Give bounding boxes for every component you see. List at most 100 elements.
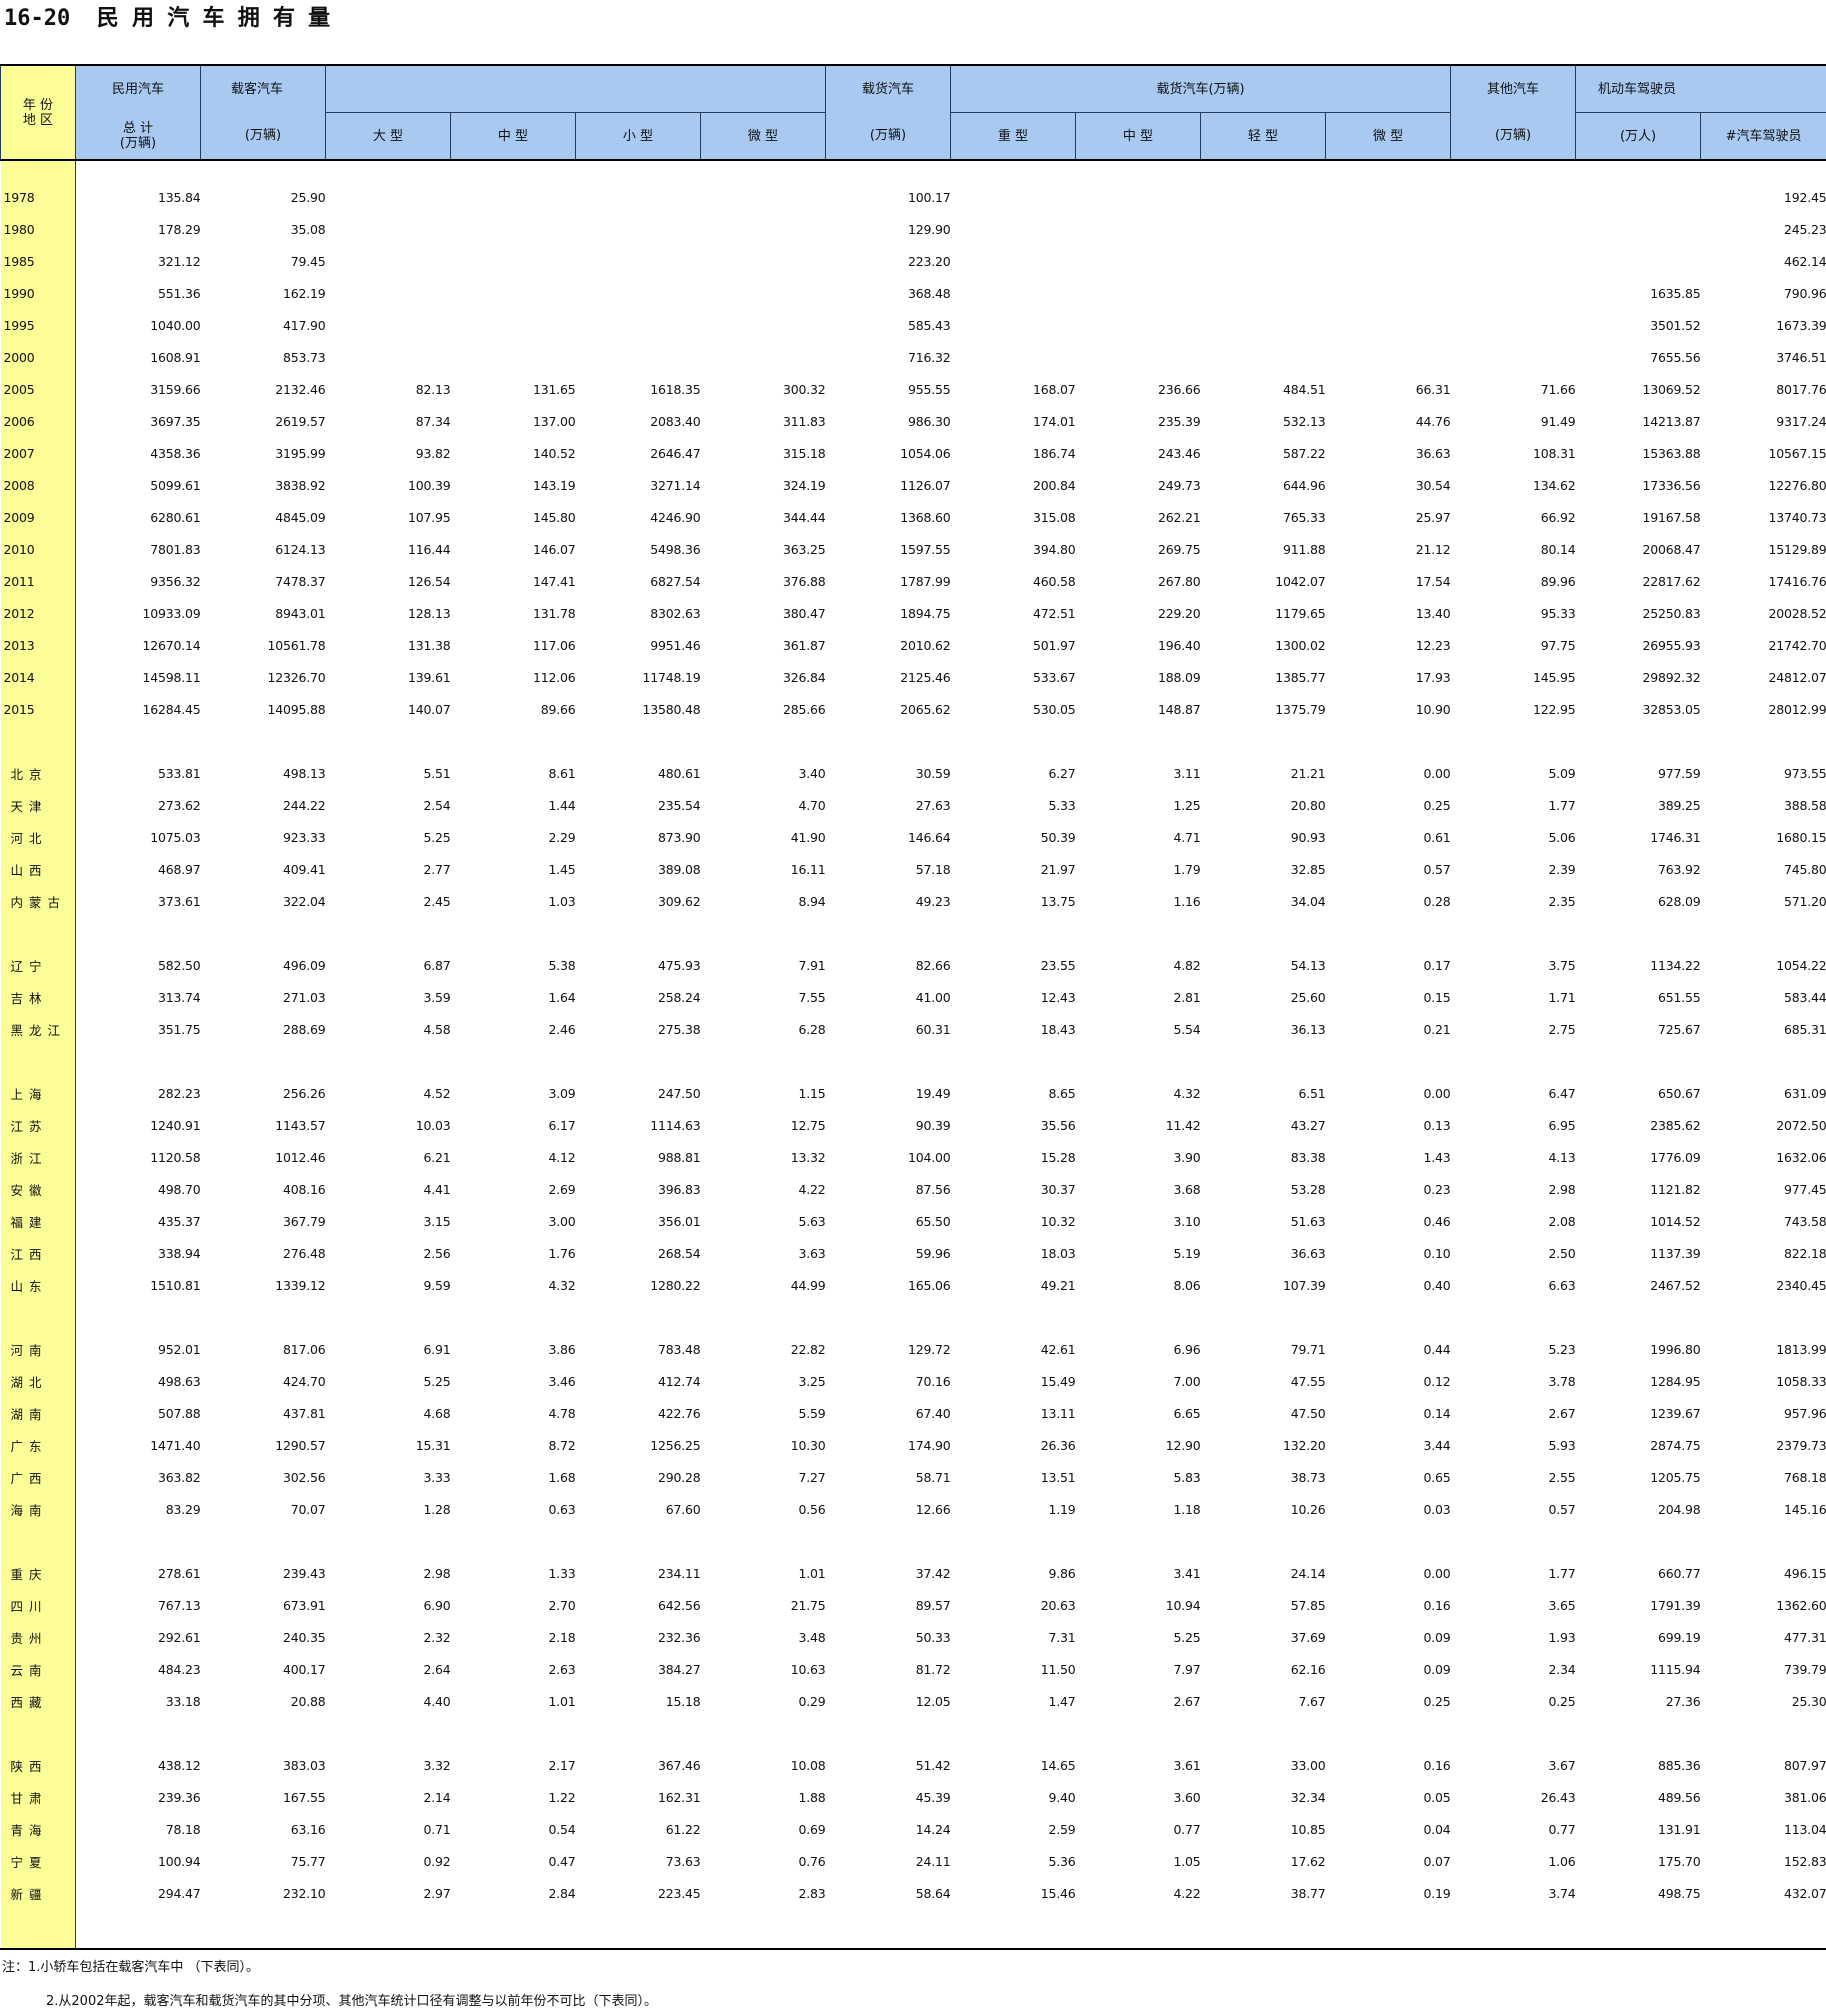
table-cell: 383.03 bbox=[282, 1757, 326, 1773]
table-cell bbox=[576, 213, 701, 245]
table-cell: 165.06 bbox=[907, 1277, 951, 1293]
table-cell: 162.31 bbox=[657, 1789, 701, 1805]
table-cell: 1.64 bbox=[548, 989, 576, 1005]
table-cell bbox=[1201, 341, 1326, 373]
table-cell: 268.54 bbox=[657, 1245, 701, 1261]
spacer-cell bbox=[576, 1045, 701, 1077]
table-row: 陕西 438.12 383.03 3.32 2.17 367.46 10.08 51.42 14… bbox=[0, 1749, 1826, 1781]
spacer-cell bbox=[576, 725, 701, 757]
spacer-cell bbox=[0, 917, 76, 949]
table-cell: 290.28 bbox=[657, 1469, 701, 1485]
spacer-cell bbox=[0, 1525, 76, 1557]
table-row: 2010 7801.83 6124.13 116.44 146.07 5498.36 363… bbox=[0, 533, 1826, 565]
table-row: 2014 14598.11 12326.70 139.61 112.06 11748.19… bbox=[0, 661, 1826, 693]
table-cell: 1058.33 bbox=[1776, 1373, 1826, 1389]
table-cell: 1791.39 bbox=[1650, 1597, 1701, 1613]
table-cell: 9951.46 bbox=[650, 637, 701, 653]
table-cell bbox=[701, 277, 826, 309]
table-cell: 2132.46 bbox=[275, 381, 326, 397]
table-cell: 2.64 bbox=[423, 1661, 451, 1677]
region-label: 河北 bbox=[0, 821, 76, 853]
table-cell: 5.83 bbox=[1173, 1469, 1201, 1485]
table-cell: 100.39 bbox=[407, 477, 451, 493]
table-cell bbox=[326, 341, 451, 373]
table-cell: 501.97 bbox=[1032, 637, 1076, 653]
table-cell: 17336.56 bbox=[1642, 477, 1701, 493]
table-row: 上海 282.23 256.26 4.52 3.09 247.50 1.15 19.49 8.6… bbox=[0, 1077, 1826, 1109]
spacer-cell bbox=[701, 160, 826, 181]
table-cell: 107.95 bbox=[407, 509, 451, 525]
spacer-cell bbox=[201, 1301, 326, 1333]
table-cell: 462.14 bbox=[1784, 253, 1826, 269]
table-cell: 0.47 bbox=[548, 1853, 576, 1869]
table-cell: 100.17 bbox=[907, 189, 951, 205]
table-cell: 232.36 bbox=[657, 1629, 701, 1645]
table-cell: 1205.75 bbox=[1650, 1469, 1701, 1485]
table-cell: 551.36 bbox=[157, 285, 201, 301]
header-light: 轻 型 bbox=[1200, 112, 1326, 161]
table-cell: 6124.13 bbox=[275, 541, 326, 557]
table-cell: 373.61 bbox=[157, 893, 201, 909]
table-row: 山西 468.97 409.41 2.77 1.45 389.08 16.11 57.18 21… bbox=[0, 853, 1826, 885]
table-cell: 400.17 bbox=[282, 1661, 326, 1677]
table-row: 云南 484.23 400.17 2.64 2.63 384.27 10.63 81.72 11… bbox=[0, 1653, 1826, 1685]
spacer-cell bbox=[701, 1717, 826, 1749]
header-passenger: 载客汽车 bbox=[200, 64, 326, 113]
spacer-cell bbox=[451, 1909, 576, 1949]
table-cell: 13580.48 bbox=[642, 701, 701, 717]
region-label: 黑龙江 bbox=[0, 1013, 76, 1045]
region-label: 重庆 bbox=[0, 1557, 76, 1589]
table-cell: 583.44 bbox=[1784, 989, 1826, 1005]
year-label: 2008 bbox=[0, 469, 76, 501]
table-cell: 1134.22 bbox=[1650, 957, 1701, 973]
spacer-cell bbox=[701, 1301, 826, 1333]
table-cell: 5.23 bbox=[1548, 1341, 1576, 1357]
region-label: 湖南 bbox=[0, 1397, 76, 1429]
vehicle-ownership-table: 年 份 地 区 民用汽车 载客汽车 载货汽车 载货汽车(万辆) 其他汽车 机动车… bbox=[0, 64, 1826, 1949]
table-cell: 394.80 bbox=[1032, 541, 1076, 557]
table-cell: 258.24 bbox=[657, 989, 701, 1005]
table-cell: 9.40 bbox=[1048, 1789, 1076, 1805]
spacer-cell bbox=[1201, 1045, 1326, 1077]
table-cell bbox=[701, 181, 826, 213]
year-label: 1995 bbox=[0, 309, 76, 341]
table-cell: 468.97 bbox=[157, 861, 201, 877]
table-cell: 61.22 bbox=[665, 1821, 701, 1837]
table-cell: 1813.99 bbox=[1776, 1341, 1826, 1357]
spacer-cell bbox=[701, 725, 826, 757]
table-cell: 41.00 bbox=[915, 989, 951, 1005]
table-cell: 36.63 bbox=[1290, 1245, 1326, 1261]
table-cell: 0.14 bbox=[1423, 1405, 1451, 1421]
spacer-cell bbox=[951, 1909, 1076, 1949]
spacer-cell bbox=[701, 1909, 826, 1949]
table-row: 河北 1075.03 923.33 5.25 2.29 873.90 41.90 146.64… bbox=[0, 821, 1826, 853]
table-cell: 66.31 bbox=[1415, 381, 1451, 397]
table-cell: 3195.99 bbox=[275, 445, 326, 461]
table-cell: 15.31 bbox=[415, 1437, 451, 1453]
table-cell: 20.80 bbox=[1290, 797, 1326, 813]
table-row: 2011 9356.32 7478.37 126.54 147.41 6827.54 376… bbox=[0, 565, 1826, 597]
table-cell: 315.08 bbox=[1032, 509, 1076, 525]
table-cell: 18.03 bbox=[1040, 1245, 1076, 1261]
year-label: 2010 bbox=[0, 533, 76, 565]
table-cell: 152.83 bbox=[1784, 1853, 1826, 1869]
spacer-cell bbox=[326, 160, 451, 181]
table-cell: 14.65 bbox=[1040, 1757, 1076, 1773]
table-cell: 11.42 bbox=[1165, 1117, 1201, 1133]
table-cell: 765.33 bbox=[1282, 509, 1326, 525]
table-cell: 12.05 bbox=[915, 1693, 951, 1709]
table-cell: 13.51 bbox=[1040, 1469, 1076, 1485]
table-cell: 38.73 bbox=[1290, 1469, 1326, 1485]
table-cell: 2.83 bbox=[798, 1885, 826, 1901]
table-cell: 15.18 bbox=[665, 1693, 701, 1709]
table-cell: 278.61 bbox=[157, 1565, 201, 1581]
table-cell: 1280.22 bbox=[650, 1277, 701, 1293]
table-cell: 3.60 bbox=[1173, 1789, 1201, 1805]
header-heavy: 重 型 bbox=[950, 112, 1076, 161]
spacer-cell bbox=[1451, 160, 1576, 181]
spacer-cell bbox=[326, 725, 451, 757]
table-cell: 475.93 bbox=[657, 957, 701, 973]
year-label: 2013 bbox=[0, 629, 76, 661]
spacer-cell bbox=[1076, 1301, 1201, 1333]
table-cell bbox=[326, 181, 451, 213]
